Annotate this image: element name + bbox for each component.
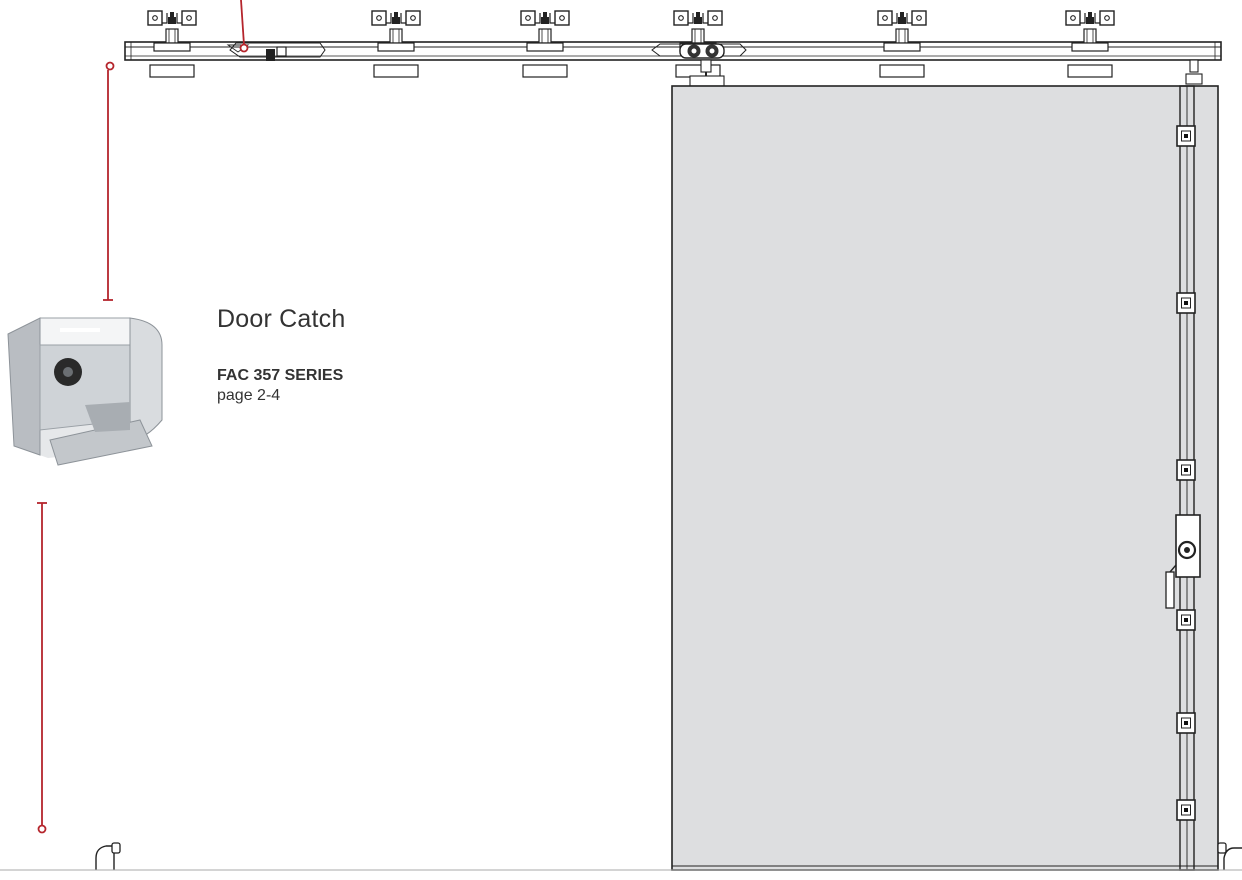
hanger bbox=[520, 10, 570, 78]
bracket bbox=[1176, 292, 1196, 314]
callout-series: FAC 357 SERIES bbox=[217, 367, 344, 384]
sliding-door-diagram: Door Catch FAC 357 SERIES page 2-4 bbox=[0, 0, 1242, 875]
bracket bbox=[1176, 712, 1196, 734]
bracket bbox=[1176, 609, 1196, 631]
bracket bbox=[1176, 799, 1196, 821]
door-catch-callout: Door Catch FAC 357 SERIES page 2-4 bbox=[217, 305, 345, 405]
right-trolley bbox=[1185, 59, 1203, 85]
leader-dot bbox=[105, 61, 115, 71]
hanger bbox=[1065, 10, 1115, 78]
diagram-canvas bbox=[0, 0, 1242, 871]
leader-dot bbox=[239, 43, 249, 53]
hanger bbox=[147, 10, 197, 78]
door-panel bbox=[671, 85, 1219, 871]
leader-dot bbox=[37, 824, 47, 834]
callout-page-ref: page 2-4 bbox=[217, 387, 281, 404]
bracket bbox=[1176, 125, 1196, 147]
hanger bbox=[371, 10, 421, 78]
hanger bbox=[877, 10, 927, 78]
door-catch-icon bbox=[7, 317, 163, 466]
bracket bbox=[1176, 459, 1196, 481]
callout-title: Door Catch bbox=[217, 305, 346, 333]
leader-line-track bbox=[240, 0, 245, 46]
